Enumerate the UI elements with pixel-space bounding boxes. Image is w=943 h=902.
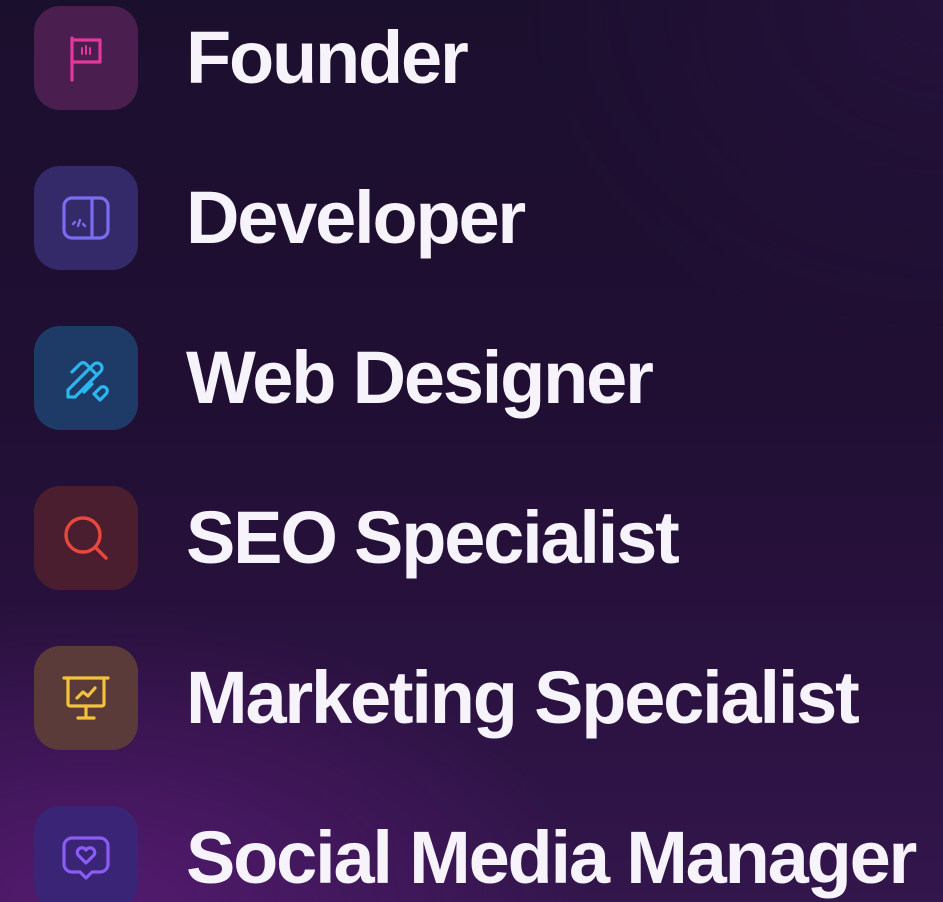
chat-heart-icon <box>62 836 110 880</box>
role-label: Social Media Manager <box>186 816 917 899</box>
role-label: Marketing Specialist <box>186 656 860 739</box>
social-media-manager-icon-tile <box>34 806 138 902</box>
role-label: Developer <box>186 176 526 259</box>
marketing-specialist-icon-tile <box>34 646 138 750</box>
role-item-marketing-specialist[interactable]: Marketing Specialist <box>34 644 860 752</box>
developer-icon-tile <box>34 166 138 270</box>
pen-ruler-icon <box>66 361 109 402</box>
founder-icon-tile <box>34 6 138 110</box>
role-item-founder[interactable]: Founder <box>34 4 469 112</box>
web-designer-icon-tile <box>34 326 138 430</box>
role-item-seo-specialist[interactable]: SEO Specialist <box>34 484 680 592</box>
presentation-board-icon <box>62 676 110 720</box>
role-label: Founder <box>186 16 469 99</box>
code-window-icon <box>62 196 110 240</box>
role-list: Founder Developer Web Designer SEO Speci… <box>0 0 943 902</box>
role-item-developer[interactable]: Developer <box>34 164 526 272</box>
flag-icon <box>70 36 102 82</box>
role-item-web-designer[interactable]: Web Designer <box>34 324 654 432</box>
search-icon <box>64 516 108 560</box>
seo-specialist-icon-tile <box>34 486 138 590</box>
role-label: Web Designer <box>186 336 654 419</box>
role-item-social-media-manager[interactable]: Social Media Manager <box>34 804 917 902</box>
role-label: SEO Specialist <box>186 496 680 579</box>
